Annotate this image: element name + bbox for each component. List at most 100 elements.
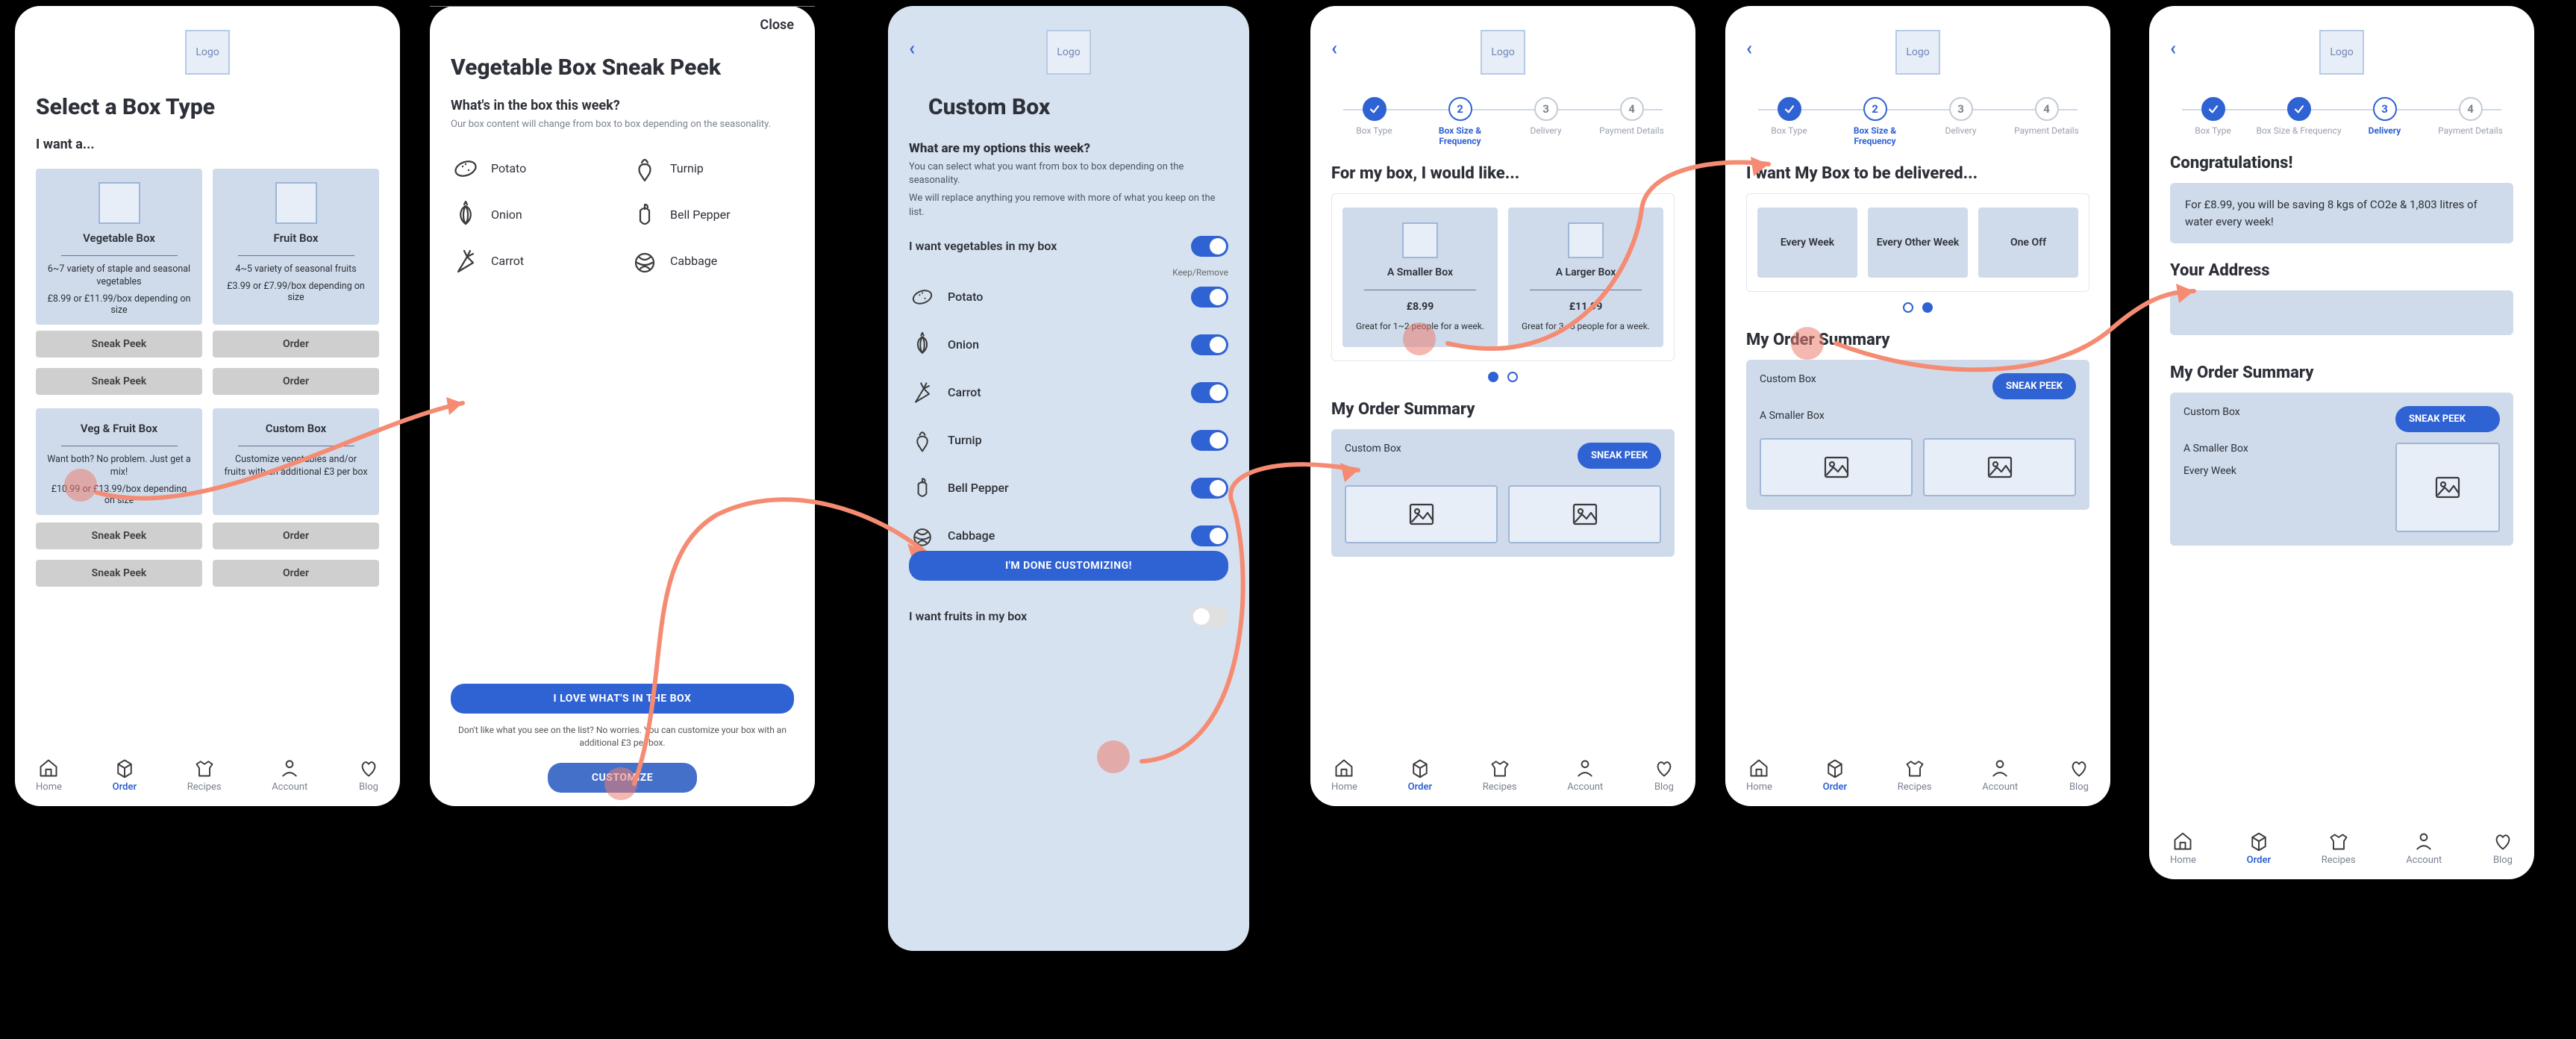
heart-icon (2492, 831, 2513, 852)
box-card-fruit[interactable]: Fruit Box 4~5 variety of seasonal fruits… (213, 169, 379, 325)
step-box-size: 2Box Size & Frequency (1417, 97, 1503, 146)
nav-blog[interactable]: Blog (1654, 758, 1675, 793)
back-button[interactable]: ‹ (1746, 37, 1752, 60)
love-box-button[interactable]: I LOVE WHAT'S IN THE BOX (451, 684, 794, 714)
heart-icon (1654, 758, 1675, 779)
ingredient-label: Bell Pepper (948, 481, 1009, 495)
step-payment: 4Payment Details (2427, 97, 2513, 136)
button-row: Sneak Peek Order Sneak Peek Order (36, 522, 379, 587)
nav-label: Recipes (187, 781, 222, 793)
step-label: Delivery (1530, 125, 1561, 136)
frequency-choices: Every Week Every Other Week One Off (1746, 193, 2089, 292)
impact-callout: For £8.99, you will be saving 8 kgs of C… (2170, 183, 2513, 243)
heart-icon (358, 758, 379, 779)
choice-every-other-week[interactable]: Every Other Week (1868, 208, 1968, 278)
choice-larger-box[interactable]: A Larger Box £11.99 Great for 3~5 people… (1508, 208, 1663, 347)
sneak-peek-button[interactable]: Sneak Peek (36, 368, 202, 395)
step-box-size: Box Size & Frequency (2256, 97, 2342, 136)
nav-blog[interactable]: Blog (2492, 831, 2513, 866)
nav-home[interactable]: Home (1331, 758, 1357, 793)
keep-toggle[interactable] (1191, 478, 1228, 499)
box-card-veg-and-fruit[interactable]: Veg & Fruit Box Want both? No problem. J… (36, 408, 202, 515)
back-button[interactable]: ‹ (909, 37, 915, 60)
ingredient-label: Bell Pepper (670, 208, 731, 222)
shirt-icon (2328, 831, 2349, 852)
card-name: Fruit Box (274, 231, 319, 245)
order-button[interactable]: Order (213, 560, 379, 587)
onion-icon (909, 331, 936, 358)
nav-blog[interactable]: Blog (358, 758, 379, 793)
back-button[interactable]: ‹ (2170, 37, 2176, 60)
subtitle: I want a... (36, 137, 379, 152)
sneak-peek-button[interactable]: SNEAK PEEK (1578, 443, 1661, 469)
choice-every-week[interactable]: Every Week (1757, 208, 1857, 278)
customize-footnote: Don't like what you see on the list? No … (451, 724, 794, 749)
box-icon (1410, 758, 1431, 779)
nav-account[interactable]: Account (1567, 758, 1603, 793)
box-card-custom[interactable]: Custom Box Customize vegetables and/or f… (213, 408, 379, 515)
order-button[interactable]: Order (213, 522, 379, 549)
keep-toggle[interactable] (1191, 430, 1228, 451)
customize-button[interactable]: CUSTOMIZE (548, 763, 697, 793)
nav-recipes[interactable]: Recipes (187, 758, 222, 793)
bell-pepper-icon (909, 475, 936, 502)
nav-label: Recipes (1898, 781, 1932, 793)
nav-order[interactable]: Order (1408, 758, 1433, 793)
choice-smaller-box[interactable]: A Smaller Box £8.99 Great for 1~2 people… (1342, 208, 1498, 347)
ingredient-label: Onion (491, 208, 522, 222)
keep-toggle[interactable] (1191, 287, 1228, 308)
address-input-placeholder[interactable] (2170, 290, 2513, 335)
ingredient-label: Cabbage (670, 254, 717, 268)
nav-order[interactable]: Order (113, 758, 137, 793)
image-placeholder-icon (1760, 438, 1913, 496)
sneak-peek-button[interactable]: SNEAK PEEK (1992, 373, 2076, 399)
modal-title: Vegetable Box Sneak Peek (451, 55, 794, 81)
sneak-peek-button[interactable]: Sneak Peek (36, 560, 202, 587)
step-payment: 4Payment Details (1589, 97, 1675, 136)
ingredient-row-carrot: Carrot (909, 379, 1228, 406)
keep-toggle[interactable] (1191, 334, 1228, 355)
done-customizing-button[interactable]: I'M DONE CUSTOMIZING! (909, 551, 1228, 581)
nav-home[interactable]: Home (36, 758, 62, 793)
sneak-peek-button[interactable]: Sneak Peek (36, 522, 202, 549)
nav-order[interactable]: Order (2247, 831, 2272, 866)
nav-blog[interactable]: Blog (2069, 758, 2089, 793)
close-button[interactable]: Close (760, 17, 794, 33)
nav-order[interactable]: Order (1823, 758, 1848, 793)
summary-line: A Smaller Box (2183, 443, 2382, 455)
dot[interactable] (1903, 302, 1913, 313)
nav-recipes[interactable]: Recipes (1483, 758, 1517, 793)
image-placeholder-icon (1345, 485, 1498, 543)
dot[interactable] (1507, 372, 1518, 382)
choice-one-off[interactable]: One Off (1978, 208, 2078, 278)
nav-account[interactable]: Account (1982, 758, 2018, 793)
summary-line: Every Week (2183, 465, 2382, 477)
nav-home[interactable]: Home (2170, 831, 2196, 866)
nav-account[interactable]: Account (272, 758, 307, 793)
summary-line: Custom Box (2183, 406, 2382, 418)
user-icon (2413, 831, 2434, 852)
sneak-peek-button[interactable]: SNEAK PEEK (2395, 406, 2500, 432)
pager-dots (1331, 372, 1675, 382)
nav-recipes[interactable]: Recipes (1898, 758, 1932, 793)
page-title: Custom Box (928, 94, 1228, 120)
order-summary: Custom Box SNEAK PEEK (1331, 429, 1675, 557)
check-icon (2292, 102, 2307, 116)
page-title: For my box, I would like... (1331, 164, 1675, 183)
dot-active[interactable] (1488, 372, 1498, 382)
order-button[interactable]: Order (213, 368, 379, 395)
order-button[interactable]: Order (213, 331, 379, 358)
sneak-peek-button[interactable]: Sneak Peek (36, 331, 202, 358)
nav-label: Home (1331, 781, 1357, 793)
back-button[interactable]: ‹ (1331, 37, 1337, 60)
nav-home[interactable]: Home (1746, 758, 1772, 793)
fruit-toggle[interactable] (1191, 606, 1228, 627)
ingredient-row-potato: Potato (909, 284, 1228, 311)
nav-recipes[interactable]: Recipes (2322, 831, 2356, 866)
box-card-vegetable[interactable]: Vegetable Box 6~7 variety of staple and … (36, 169, 202, 325)
keep-toggle[interactable] (1191, 525, 1228, 546)
nav-account[interactable]: Account (2406, 831, 2442, 866)
dot-active[interactable] (1922, 302, 1933, 313)
veg-toggle[interactable] (1191, 236, 1228, 257)
keep-toggle[interactable] (1191, 382, 1228, 403)
